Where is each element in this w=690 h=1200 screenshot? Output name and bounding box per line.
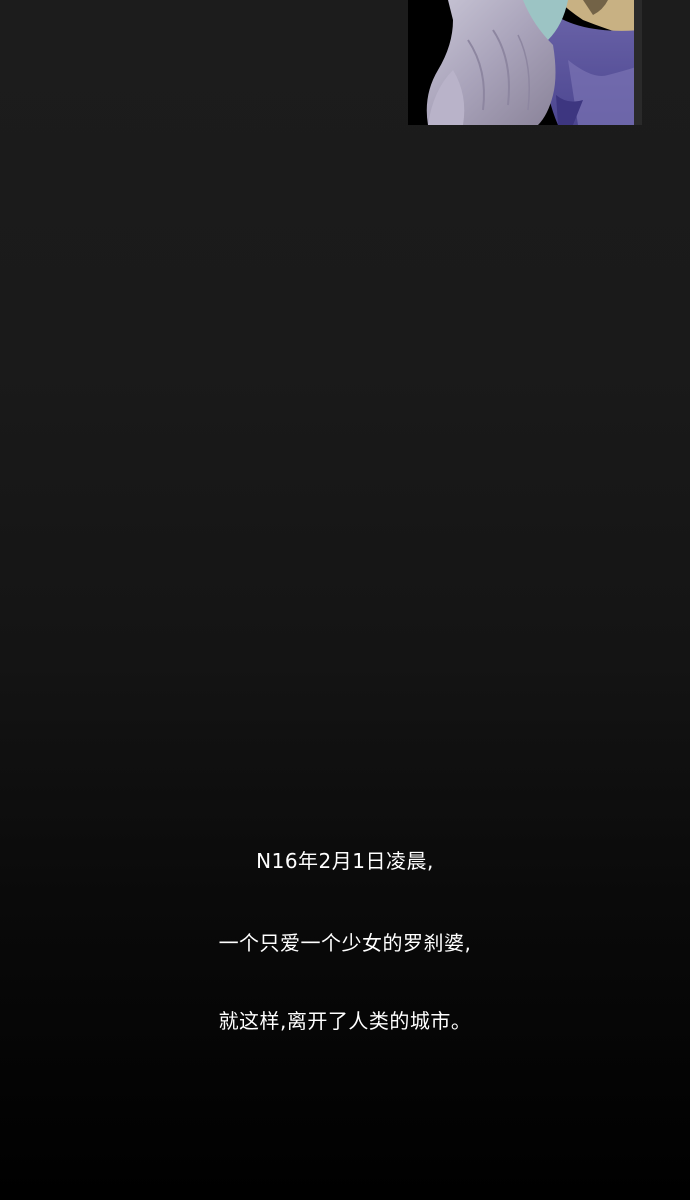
- narration-line-1: N16年2月1日凌晨,: [256, 849, 434, 873]
- character-hair-scarf-icon: [408, 0, 642, 125]
- narration-line-2: 一个只爱一个少女的罗刹婆,: [218, 931, 472, 955]
- comic-panel-illustration: [408, 0, 642, 125]
- narration-line-3: 就这样,离开了人类的城市。: [218, 1009, 472, 1033]
